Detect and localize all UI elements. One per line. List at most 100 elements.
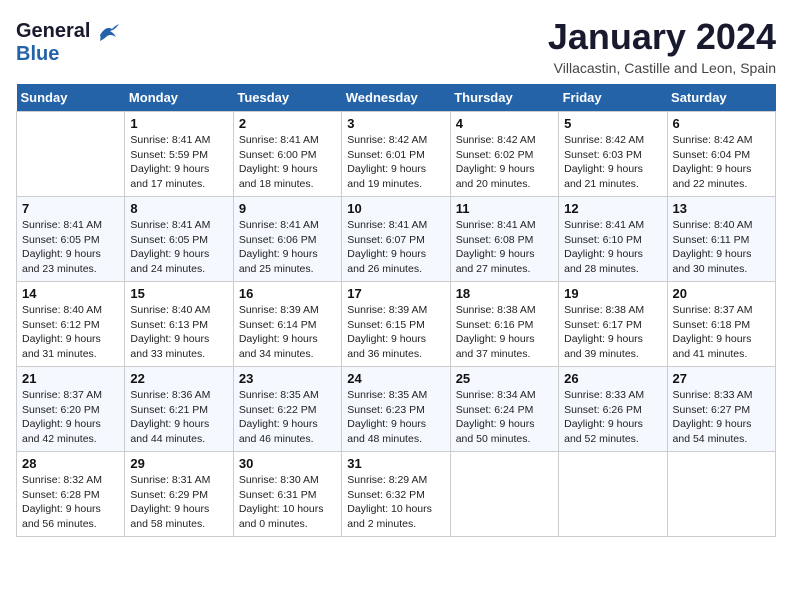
weekday-header-sunday: Sunday: [17, 84, 125, 112]
day-number: 26: [564, 371, 661, 386]
day-info: Sunrise: 8:36 AMSunset: 6:21 PMDaylight:…: [130, 388, 227, 447]
day-info: Sunrise: 8:41 AMSunset: 6:07 PMDaylight:…: [347, 218, 444, 277]
day-number: 6: [673, 116, 770, 131]
calendar-cell: 2 Sunrise: 8:41 AMSunset: 6:00 PMDaylight…: [233, 112, 341, 197]
calendar-week-1: 1 Sunrise: 8:41 AMSunset: 5:59 PMDaylight…: [17, 112, 776, 197]
day-number: 2: [239, 116, 336, 131]
day-info: Sunrise: 8:35 AMSunset: 6:22 PMDaylight:…: [239, 388, 336, 447]
calendar-cell: 26 Sunrise: 8:33 AMSunset: 6:26 PMDayligh…: [559, 367, 667, 452]
day-number: 19: [564, 286, 661, 301]
calendar-cell: [17, 112, 125, 197]
day-info: Sunrise: 8:34 AMSunset: 6:24 PMDaylight:…: [456, 388, 553, 447]
calendar-cell: 28 Sunrise: 8:32 AMSunset: 6:28 PMDayligh…: [17, 452, 125, 537]
calendar-cell: [559, 452, 667, 537]
weekday-header-tuesday: Tuesday: [233, 84, 341, 112]
calendar-cell: 19 Sunrise: 8:38 AMSunset: 6:17 PMDayligh…: [559, 282, 667, 367]
calendar-cell: 8Sunrise: 8:41 AMSunset: 6:05 PMDaylight…: [125, 197, 233, 282]
weekday-header-wednesday: Wednesday: [342, 84, 450, 112]
title-block: January 2024 Villacastin, Castille and L…: [548, 16, 776, 76]
day-number: 31: [347, 456, 444, 471]
day-number: 5: [564, 116, 661, 131]
day-number: 30: [239, 456, 336, 471]
weekday-header-row: SundayMondayTuesdayWednesdayThursdayFrid…: [17, 84, 776, 112]
month-title: January 2024: [548, 16, 776, 58]
day-number: 20: [673, 286, 770, 301]
day-info: Sunrise: 8:32 AMSunset: 6:28 PMDaylight:…: [22, 473, 119, 532]
day-number: 11: [456, 201, 553, 216]
day-number: 18: [456, 286, 553, 301]
weekday-header-friday: Friday: [559, 84, 667, 112]
day-info: Sunrise: 8:41 AMSunset: 6:10 PMDaylight:…: [564, 218, 661, 277]
day-number: 17: [347, 286, 444, 301]
day-info: Sunrise: 8:39 AMSunset: 6:15 PMDaylight:…: [347, 303, 444, 362]
calendar-cell: 6Sunrise: 8:42 AMSunset: 6:04 PMDaylight…: [667, 112, 775, 197]
weekday-header-monday: Monday: [125, 84, 233, 112]
day-info: Sunrise: 8:41 AMSunset: 6:00 PMDaylight:…: [239, 133, 336, 192]
calendar-table: SundayMondayTuesdayWednesdayThursdayFrid…: [16, 84, 776, 537]
day-number: 4: [456, 116, 553, 131]
day-number: 25: [456, 371, 553, 386]
location-text: Villacastin, Castille and Leon, Spain: [548, 60, 776, 76]
calendar-cell: 17 Sunrise: 8:39 AMSunset: 6:15 PMDayligh…: [342, 282, 450, 367]
day-info: Sunrise: 8:41 AMSunset: 6:05 PMDaylight:…: [22, 218, 119, 277]
day-info: Sunrise: 8:42 AMSunset: 6:03 PMDaylight:…: [564, 133, 661, 192]
calendar-cell: 9Sunrise: 8:41 AMSunset: 6:06 PMDaylight…: [233, 197, 341, 282]
logo: General Blue: [16, 20, 120, 66]
day-number: 7: [22, 201, 119, 216]
day-info: Sunrise: 8:42 AMSunset: 6:01 PMDaylight:…: [347, 133, 444, 192]
calendar-week-4: 21 Sunrise: 8:37 AMSunset: 6:20 PMDayligh…: [17, 367, 776, 452]
calendar-cell: 15 Sunrise: 8:40 AMSunset: 6:13 PMDayligh…: [125, 282, 233, 367]
day-number: 10: [347, 201, 444, 216]
day-info: Sunrise: 8:29 AMSunset: 6:32 PMDaylight:…: [347, 473, 444, 532]
day-number: 13: [673, 201, 770, 216]
day-number: 27: [673, 371, 770, 386]
calendar-cell: 30 Sunrise: 8:30 AMSunset: 6:31 PMDayligh…: [233, 452, 341, 537]
day-number: 9: [239, 201, 336, 216]
day-number: 21: [22, 371, 119, 386]
day-info: Sunrise: 8:38 AMSunset: 6:16 PMDaylight:…: [456, 303, 553, 362]
calendar-cell: 7 Sunrise: 8:41 AMSunset: 6:05 PMDaylight…: [17, 197, 125, 282]
calendar-cell: [667, 452, 775, 537]
logo-blue-text: Blue: [16, 43, 120, 66]
calendar-week-2: 7 Sunrise: 8:41 AMSunset: 6:05 PMDaylight…: [17, 197, 776, 282]
day-info: Sunrise: 8:30 AMSunset: 6:31 PMDaylight:…: [239, 473, 336, 532]
day-info: Sunrise: 8:38 AMSunset: 6:17 PMDaylight:…: [564, 303, 661, 362]
weekday-header-thursday: Thursday: [450, 84, 558, 112]
calendar-cell: 25 Sunrise: 8:34 AMSunset: 6:24 PMDayligh…: [450, 367, 558, 452]
calendar-cell: 10 Sunrise: 8:41 AMSunset: 6:07 PMDayligh…: [342, 197, 450, 282]
day-number: 22: [130, 371, 227, 386]
calendar-cell: 11 Sunrise: 8:41 AMSunset: 6:08 PMDayligh…: [450, 197, 558, 282]
day-number: 28: [22, 456, 119, 471]
day-number: 3: [347, 116, 444, 131]
day-number: 23: [239, 371, 336, 386]
day-info: Sunrise: 8:33 AMSunset: 6:26 PMDaylight:…: [564, 388, 661, 447]
day-info: Sunrise: 8:40 AMSunset: 6:12 PMDaylight:…: [22, 303, 119, 362]
calendar-cell: 5 Sunrise: 8:42 AMSunset: 6:03 PMDaylight…: [559, 112, 667, 197]
calendar-cell: 14Sunrise: 8:40 AMSunset: 6:12 PMDayligh…: [17, 282, 125, 367]
day-info: Sunrise: 8:41 AMSunset: 6:08 PMDaylight:…: [456, 218, 553, 277]
calendar-cell: 16 Sunrise: 8:39 AMSunset: 6:14 PMDayligh…: [233, 282, 341, 367]
day-info: Sunrise: 8:41 AMSunset: 5:59 PMDaylight:…: [130, 133, 227, 192]
day-info: Sunrise: 8:40 AMSunset: 6:13 PMDaylight:…: [130, 303, 227, 362]
calendar-cell: 22 Sunrise: 8:36 AMSunset: 6:21 PMDayligh…: [125, 367, 233, 452]
day-number: 29: [130, 456, 227, 471]
calendar-cell: 3 Sunrise: 8:42 AMSunset: 6:01 PMDaylight…: [342, 112, 450, 197]
day-number: 1: [130, 116, 227, 131]
logo-text: General: [16, 20, 120, 43]
day-number: 8: [130, 201, 227, 216]
logo-bird-icon: [98, 23, 120, 41]
calendar-cell: 24Sunrise: 8:35 AMSunset: 6:23 PMDayligh…: [342, 367, 450, 452]
weekday-header-saturday: Saturday: [667, 84, 775, 112]
day-number: 12: [564, 201, 661, 216]
day-number: 16: [239, 286, 336, 301]
day-number: 15: [130, 286, 227, 301]
day-info: Sunrise: 8:37 AMSunset: 6:18 PMDaylight:…: [673, 303, 770, 362]
day-info: Sunrise: 8:31 AMSunset: 6:29 PMDaylight:…: [130, 473, 227, 532]
page-header: General Blue January 2024 Villacastin, C…: [16, 16, 776, 76]
day-info: Sunrise: 8:39 AMSunset: 6:14 PMDaylight:…: [239, 303, 336, 362]
day-info: Sunrise: 8:37 AMSunset: 6:20 PMDaylight:…: [22, 388, 119, 447]
calendar-week-5: 28 Sunrise: 8:32 AMSunset: 6:28 PMDayligh…: [17, 452, 776, 537]
calendar-cell: 13Sunrise: 8:40 AMSunset: 6:11 PMDayligh…: [667, 197, 775, 282]
day-info: Sunrise: 8:35 AMSunset: 6:23 PMDaylight:…: [347, 388, 444, 447]
day-info: Sunrise: 8:33 AMSunset: 6:27 PMDaylight:…: [673, 388, 770, 447]
